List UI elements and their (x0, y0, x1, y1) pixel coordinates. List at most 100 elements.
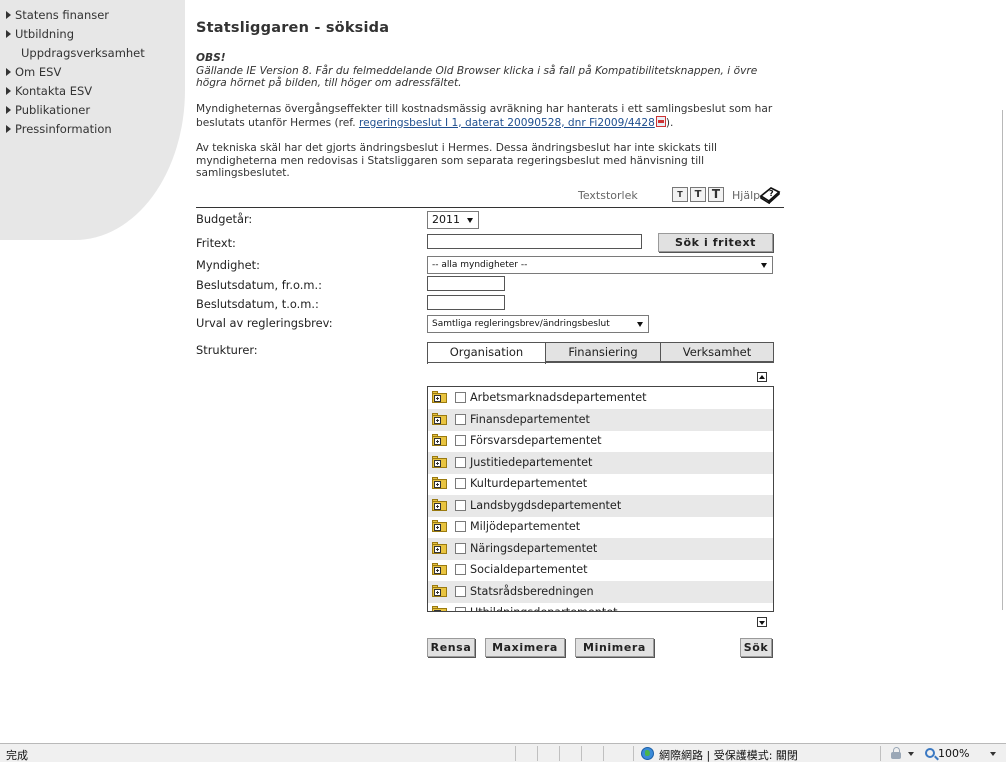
sidebar-item-publikationer[interactable]: Publikationer (6, 101, 185, 120)
tab-underline (427, 362, 774, 363)
folder-expand-icon[interactable] (432, 563, 447, 575)
folder-expand-icon[interactable] (432, 606, 447, 611)
sidebar-item-pressinformation[interactable]: Pressinformation (6, 120, 185, 139)
tree-checkbox[interactable] (455, 499, 466, 511)
tree-label: Finansdepartementet (470, 412, 590, 426)
tree-row: Kulturdepartementet (428, 473, 773, 495)
folder-expand-icon[interactable] (432, 541, 447, 554)
chevron-down-icon[interactable] (908, 752, 914, 756)
tree-label: Kulturdepartementet (470, 477, 588, 490)
sidebar-item-om-esv[interactable]: Om ESV (6, 63, 185, 82)
budget-select[interactable]: 2011 (427, 211, 479, 229)
tree-label: Justitiedepartementet (470, 455, 593, 469)
folder-expand-icon[interactable] (432, 412, 447, 425)
triangle-right-icon (6, 68, 11, 76)
folder-expand-icon[interactable] (432, 434, 447, 446)
tree-checkbox[interactable] (455, 413, 466, 425)
tree-label: Försvarsdepartementet (470, 434, 602, 447)
triangle-right-icon (6, 87, 11, 95)
triangle-right-icon (6, 106, 11, 114)
status-divider (581, 746, 582, 761)
dropdown-arrow-icon (467, 218, 473, 223)
tree-label: Statsrådsberedningen (470, 584, 594, 598)
urval-select[interactable]: Samtliga regleringsbrev/ändringsbeslut (427, 315, 649, 333)
tab-finansiering[interactable]: Finansiering (545, 342, 661, 362)
triangle-right-icon (6, 11, 11, 19)
status-text: 完成 (6, 749, 28, 762)
text-size-large-button[interactable]: T (708, 187, 724, 202)
text-size-small-button[interactable]: T (672, 187, 688, 202)
minimize-button[interactable]: Minimera (575, 638, 654, 657)
tree-checkbox[interactable] (455, 521, 466, 532)
folder-expand-icon[interactable] (432, 520, 447, 532)
tree-checkbox[interactable] (455, 392, 466, 403)
obs-notice: OBS! Gällande IE Version 8. Får du felme… (196, 52, 786, 90)
strukturer-label: Strukturer: (196, 343, 258, 357)
folder-expand-icon[interactable] (432, 498, 447, 511)
sidebar-item-utbildning[interactable]: Utbildning (6, 25, 185, 44)
tree-checkbox[interactable] (455, 585, 466, 597)
help-link[interactable]: Hjälp (732, 189, 760, 202)
text-size-controls: Textstorlek T T T Hjälp ? (578, 185, 788, 205)
status-bar: 完成 網際網路 | 受保護模式: 關閉 100% (0, 743, 1006, 762)
zoom-icon[interactable] (925, 748, 935, 758)
maximize-button[interactable]: Maximera (485, 638, 565, 657)
tree-checkbox[interactable] (455, 542, 466, 554)
urval-label: Urval av regleringsbrev: (196, 316, 333, 330)
tab-organisation[interactable]: Organisation (427, 342, 546, 364)
date-to-label: Beslutsdatum, t.o.m.: (196, 297, 319, 311)
folder-expand-icon[interactable] (432, 455, 447, 468)
folder-expand-icon[interactable] (432, 477, 447, 489)
tree-row: Arbetsmarknadsdepartementet (428, 387, 773, 409)
chevron-down-icon[interactable] (990, 752, 996, 756)
technical-paragraph: Av tekniska skäl har det gjorts ändrings… (196, 142, 717, 179)
regeringsbeslut-link[interactable]: regeringsbeslut I 1, daterat 20090528, d… (359, 117, 655, 129)
pdf-icon[interactable] (655, 115, 666, 127)
tree-row: Statsrådsberedningen (428, 580, 773, 603)
page-title: Statsliggaren - söksida (196, 20, 390, 36)
dropdown-arrow-icon (761, 263, 767, 268)
status-divider (537, 746, 538, 761)
structure-tabs: Finansiering Verksamhet Organisation (427, 342, 774, 364)
zoom-level[interactable]: 100% (938, 747, 969, 760)
scroll-down-icon[interactable] (757, 617, 767, 627)
status-divider (559, 746, 560, 761)
sidebar-item-statens-finanser[interactable]: Statens finanser (6, 6, 185, 25)
sidebar-item-kontakta-esv[interactable]: Kontakta ESV (6, 82, 185, 101)
myndighet-select[interactable]: -- alla myndigheter -- (427, 256, 773, 274)
status-divider (603, 746, 604, 761)
date-from-input[interactable] (427, 276, 505, 291)
tree-checkbox[interactable] (455, 607, 466, 611)
date-from-label: Beslutsdatum, fr.o.m.: (196, 278, 322, 292)
help-book-icon[interactable]: ? (759, 184, 781, 204)
window-scrollbar[interactable] (1002, 110, 1006, 610)
scroll-up-icon[interactable] (757, 372, 767, 382)
search-fritext-button[interactable]: Sök i fritext (658, 233, 773, 252)
myndighet-label: Myndighet: (196, 258, 260, 272)
tab-verksamhet[interactable]: Verksamhet (660, 342, 774, 362)
security-zone[interactable]: 網際網路 | 受保護模式: 關閉 (659, 747, 798, 763)
triangle-right-icon (6, 125, 11, 133)
tree-checkbox[interactable] (455, 564, 466, 575)
clear-button[interactable]: Rensa (427, 638, 475, 657)
folder-expand-icon[interactable] (432, 584, 447, 597)
tree-checkbox[interactable] (455, 478, 466, 489)
tree-row: Näringsdepartementet (428, 537, 773, 560)
text-size-medium-button[interactable]: T (690, 187, 706, 202)
effects-paragraph: Myndigheternas övergångseffekter till ko… (196, 103, 773, 129)
svg-text:?: ? (769, 189, 774, 198)
tree-label: Arbetsmarknadsdepartementet (470, 391, 647, 404)
obs-text: Gällande IE Version 8. Får du felmeddela… (196, 64, 758, 90)
folder-expand-icon[interactable] (432, 391, 447, 403)
fritext-input[interactable] (427, 234, 642, 249)
text-size-label: Textstorlek (578, 189, 638, 202)
globe-icon (641, 747, 654, 760)
tree-checkbox[interactable] (455, 456, 466, 468)
tree-label: Miljödepartementet (470, 520, 581, 533)
date-to-input[interactable] (427, 295, 505, 310)
protected-mode-icon[interactable] (890, 747, 904, 760)
sidebar-item-uppdragsverksamhet[interactable]: Uppdragsverksamhet (6, 44, 185, 63)
organisation-tree: Arbetsmarknadsdepartementet Finansdeparte… (427, 386, 774, 612)
tree-checkbox[interactable] (455, 435, 466, 446)
search-button[interactable]: Sök (740, 638, 772, 657)
